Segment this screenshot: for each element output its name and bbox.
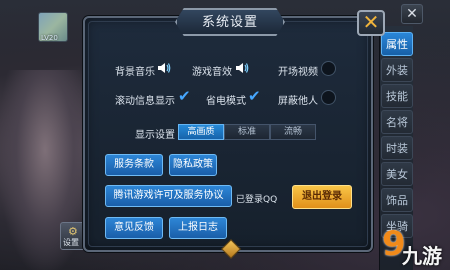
speaker-on-icon[interactable] [235,62,249,74]
feedback-button[interactable]: 意见反馈 [105,217,163,239]
scroll-info-label: 滚动信息显示 [115,96,175,107]
scroll-info-checkbox[interactable]: ✔ [178,87,191,105]
quality-smooth-option[interactable]: 流畅 [270,124,316,140]
site-watermark: 9 九游 [382,224,450,270]
close-dialog-button[interactable]: ✕ [357,10,385,36]
report-log-button[interactable]: 上报日志 [169,217,227,239]
panel-close-button[interactable]: ✕ [401,4,423,24]
bg-music-label: 背景音乐 [115,67,155,78]
speaker-on-icon[interactable] [157,62,171,74]
tab-fashion[interactable]: 时装 [381,136,413,160]
terms-of-service-button[interactable]: 服务条款 [105,154,163,176]
license-agreement-button[interactable]: 腾讯游戏许可及服务协议 [105,185,232,207]
player-avatar[interactable]: LV20 [38,12,68,42]
tab-generals[interactable]: 名将 [381,110,413,134]
tab-outfit[interactable]: 外装 [381,58,413,82]
privacy-policy-button[interactable]: 隐私政策 [169,154,217,176]
hide-others-label: 屏蔽他人 [278,96,318,107]
tab-accessory[interactable]: 饰品 [381,188,413,212]
quality-high-option[interactable]: 高画质 [178,124,224,140]
intro-video-label: 开场视频 [278,67,318,78]
tab-beauty[interactable]: 美女 [381,162,413,186]
power-save-checkbox[interactable]: ✔ [248,87,261,105]
tab-attributes[interactable]: 属性 [381,32,413,56]
settings-shortcut-label: 设置 [63,238,79,247]
dialog-title: 系统设置 [201,15,258,30]
watermark-text: 九游 [402,244,442,268]
display-settings-label: 显示设置 [135,130,175,141]
logout-button[interactable]: 退出登录 [292,185,352,209]
quality-standard-option[interactable]: 标准 [224,124,270,140]
intro-video-toggle[interactable] [321,61,336,76]
tab-skills[interactable]: 技能 [381,84,413,108]
login-status-text: 已登录QQ [236,195,278,205]
game-sfx-label: 游戏音效 [192,67,232,78]
hide-others-checkbox[interactable] [321,90,336,105]
system-settings-dialog: 系统设置 ✕ 背景音乐 游戏音效 开场视频 滚动信息显示 ✔ 省电模式 ✔ 屏蔽… [83,8,385,259]
player-level-badge: LV20 [41,34,58,42]
power-save-label: 省电模式 [206,96,246,107]
